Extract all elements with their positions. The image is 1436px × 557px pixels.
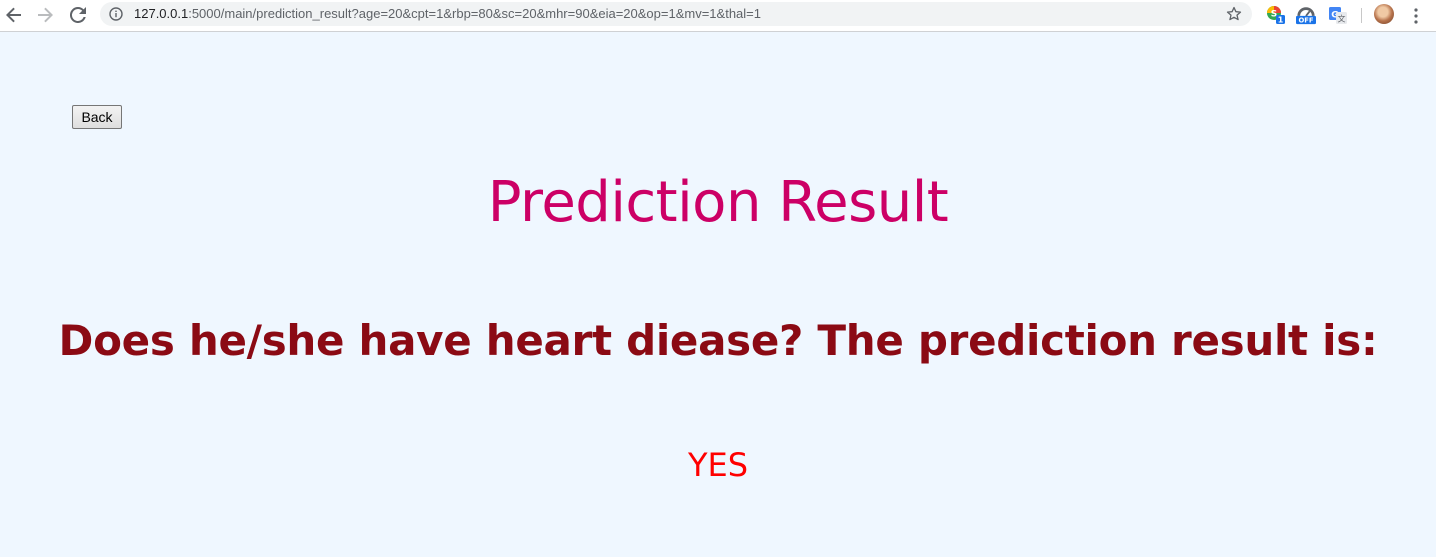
browser-reload-icon[interactable] — [66, 3, 90, 27]
more-vertical-icon[interactable] — [1408, 6, 1424, 26]
prediction-question: Does he/she have heart diease? The predi… — [58, 316, 1378, 365]
browser-back-icon[interactable] — [2, 3, 26, 27]
profile-avatar[interactable] — [1374, 4, 1394, 24]
url-path: :5000/main/prediction_result?age=20&cpt=… — [188, 6, 761, 21]
extension-badge: 1 — [1278, 16, 1284, 25]
url-text[interactable]: 127.0.0.1:5000/main/prediction_result?ag… — [134, 5, 761, 23]
toolbar-separator — [1361, 8, 1362, 23]
browser-forward-icon[interactable] — [33, 3, 57, 27]
browser-toolbar: 127.0.0.1:5000/main/prediction_result?ag… — [0, 0, 1436, 32]
sheets-extension-icon[interactable]: S 1 — [1266, 5, 1286, 25]
site-info-icon[interactable] — [109, 7, 123, 21]
bookmark-star-icon[interactable] — [1226, 6, 1242, 22]
svg-text:文: 文 — [1338, 14, 1346, 24]
translate-extension-icon[interactable]: G 文 — [1328, 5, 1348, 25]
speed-extension-icon[interactable]: OFF — [1296, 5, 1316, 25]
page-title: Prediction Result — [487, 170, 949, 235]
url-host: 127.0.0.1 — [134, 6, 189, 21]
prediction-result: YES — [687, 446, 749, 484]
extension-badge: OFF — [1298, 17, 1313, 25]
back-button[interactable]: Back — [72, 105, 122, 129]
address-bar[interactable]: 127.0.0.1:5000/main/prediction_result?ag… — [100, 2, 1252, 26]
